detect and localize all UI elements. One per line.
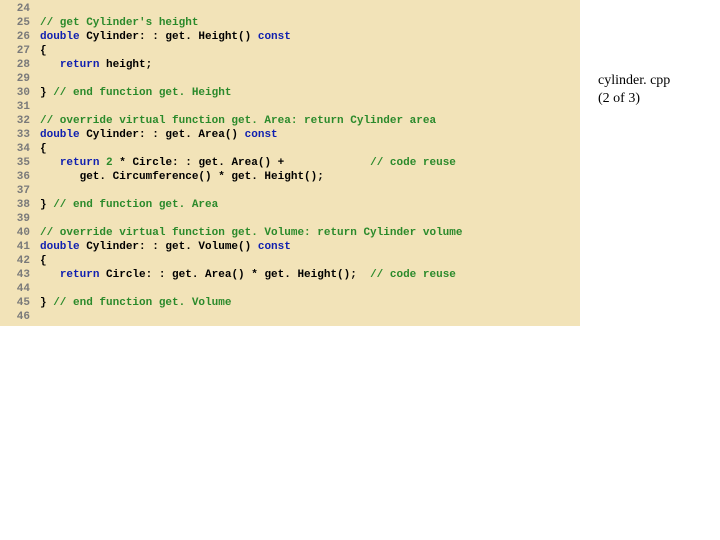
code-content xyxy=(30,184,40,198)
code-line: 41double Cylinder: : get. Volume() const xyxy=(6,240,574,254)
line-number: 45 xyxy=(6,296,30,310)
file-annotation: cylinder. cpp (2 of 3) xyxy=(598,72,670,108)
code-content: get. Circumference() * get. Height(); xyxy=(30,170,324,184)
code-content: double Cylinder: : get. Height() const xyxy=(30,30,291,44)
code-content xyxy=(30,2,40,16)
code-line: 43 return Circle: : get. Area() * get. H… xyxy=(6,268,574,282)
code-line: 46 xyxy=(6,310,574,324)
code-line: 34{ xyxy=(6,142,574,156)
code-line: 32// override virtual function get. Area… xyxy=(6,114,574,128)
line-number: 28 xyxy=(6,58,30,72)
code-content: } // end function get. Volume xyxy=(30,296,231,310)
line-number: 41 xyxy=(6,240,30,254)
code-content: double Cylinder: : get. Volume() const xyxy=(30,240,291,254)
line-number: 33 xyxy=(6,128,30,142)
line-number: 31 xyxy=(6,100,30,114)
code-block: 2425// get Cylinder's height26double Cyl… xyxy=(0,0,580,326)
code-line: 40// override virtual function get. Volu… xyxy=(6,226,574,240)
line-number: 30 xyxy=(6,86,30,100)
code-line: 31 xyxy=(6,100,574,114)
code-line: 39 xyxy=(6,212,574,226)
line-number: 34 xyxy=(6,142,30,156)
code-line: 24 xyxy=(6,2,574,16)
code-content xyxy=(30,310,40,324)
code-line: 29 xyxy=(6,72,574,86)
code-line: 44 xyxy=(6,282,574,296)
line-number: 38 xyxy=(6,198,30,212)
code-line: 30} // end function get. Height xyxy=(6,86,574,100)
line-number: 35 xyxy=(6,156,30,170)
code-line: 45} // end function get. Volume xyxy=(6,296,574,310)
code-content: // get Cylinder's height xyxy=(30,16,198,30)
code-content xyxy=(30,100,40,114)
line-number: 29 xyxy=(6,72,30,86)
code-line: 37 xyxy=(6,184,574,198)
code-content: return Circle: : get. Area() * get. Heig… xyxy=(30,268,456,282)
line-number: 36 xyxy=(6,170,30,184)
line-number: 42 xyxy=(6,254,30,268)
code-content: { xyxy=(30,44,47,58)
code-line: 42{ xyxy=(6,254,574,268)
line-number: 44 xyxy=(6,282,30,296)
code-content: double Cylinder: : get. Area() const xyxy=(30,128,278,142)
line-number: 25 xyxy=(6,16,30,30)
code-line: 36 get. Circumference() * get. Height(); xyxy=(6,170,574,184)
annotation-filename: cylinder. cpp xyxy=(598,72,670,90)
code-line: 25// get Cylinder's height xyxy=(6,16,574,30)
code-content: { xyxy=(30,254,47,268)
code-content: } // end function get. Height xyxy=(30,86,231,100)
code-content: // override virtual function get. Volume… xyxy=(30,226,462,240)
line-number: 24 xyxy=(6,2,30,16)
code-content: { xyxy=(30,142,47,156)
code-content: } // end function get. Area xyxy=(30,198,218,212)
code-content: // override virtual function get. Area: … xyxy=(30,114,436,128)
line-number: 39 xyxy=(6,212,30,226)
code-content xyxy=(30,72,40,86)
line-number: 37 xyxy=(6,184,30,198)
code-line: 38} // end function get. Area xyxy=(6,198,574,212)
code-line: 28 return height; xyxy=(6,58,574,72)
line-number: 43 xyxy=(6,268,30,282)
line-number: 27 xyxy=(6,44,30,58)
line-number: 26 xyxy=(6,30,30,44)
code-content: return height; xyxy=(30,58,152,72)
code-content: return 2 * Circle: : get. Area() + // co… xyxy=(30,156,456,170)
code-line: 35 return 2 * Circle: : get. Area() + //… xyxy=(6,156,574,170)
line-number: 40 xyxy=(6,226,30,240)
code-line: 27{ xyxy=(6,44,574,58)
code-content xyxy=(30,282,40,296)
code-content xyxy=(30,212,40,226)
code-line: 26double Cylinder: : get. Height() const xyxy=(6,30,574,44)
line-number: 46 xyxy=(6,310,30,324)
code-line: 33double Cylinder: : get. Area() const xyxy=(6,128,574,142)
annotation-page: (2 of 3) xyxy=(598,90,670,108)
line-number: 32 xyxy=(6,114,30,128)
